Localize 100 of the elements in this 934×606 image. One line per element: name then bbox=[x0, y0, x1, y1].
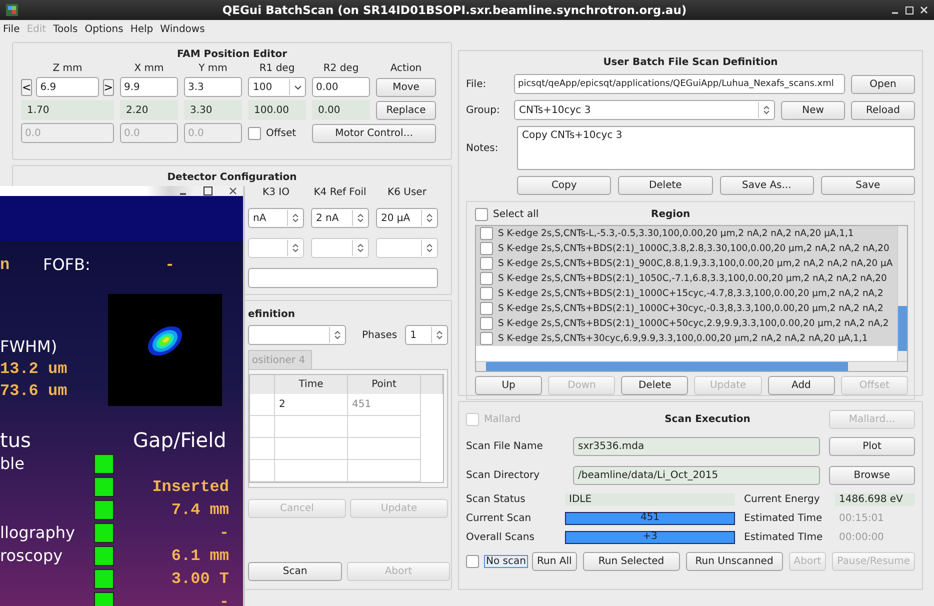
checkbox[interactable] bbox=[480, 242, 493, 255]
dropdown[interactable]: 20 µA bbox=[376, 208, 438, 228]
action-button[interactable]: Run Selected bbox=[582, 552, 680, 571]
notes-field[interactable]: Copy CNTs+10cyc 3 bbox=[517, 126, 915, 170]
plot-button[interactable]: Plot bbox=[829, 437, 915, 456]
list-row[interactable]: S K-edge 2s,S,CNTs+BDS(2:1)_1000C+15cyc,-4.7,8,3.3,100,0.00,20 µm,2 nA,2 nA,2 bbox=[476, 286, 897, 301]
checkbox[interactable] bbox=[466, 555, 479, 568]
checkbox[interactable] bbox=[480, 332, 493, 345]
section-title: efinition bbox=[248, 309, 296, 320]
step-forward-button[interactable]: > bbox=[102, 78, 114, 96]
open-button[interactable]: Open bbox=[851, 74, 915, 94]
input-field[interactable]: picsqt/qeApp/epicsqt/applications/QEGuiApp/Luhua_Nexafs_scans.xml bbox=[514, 74, 845, 94]
region-text: S K-edge 2s,S,CNTs+30cyc,6.9,9.9,3.3,100,0.00,20 µm,2 nA,2 nA,2 nA,20 µA,1,1 bbox=[498, 333, 868, 344]
checkbox[interactable] bbox=[475, 208, 488, 221]
replace-button[interactable]: Replace bbox=[376, 100, 436, 120]
fwhm-label: FWHM) bbox=[0, 337, 58, 356]
section-title: Scan Execution bbox=[664, 414, 752, 425]
updown-icon bbox=[426, 243, 433, 253]
list-row[interactable]: S K-edge 2s,S,CNTs-L,-5.3,-0.5,3.30,100,0.00,20 µm,2 nA,2 nA,2 nA,20 µA,1,1 bbox=[476, 226, 897, 241]
field-label: Current Scan bbox=[466, 513, 532, 524]
table-cell: 451 bbox=[348, 394, 421, 416]
list-row[interactable]: S K-edge 2s,S,CNTs+BDS(2:1)_1000C+50cyc,2.9,9.9,3.3,100,0.00,20 µm,2 nA,2 nA,2 bbox=[476, 316, 897, 331]
menu-item[interactable]: File bbox=[3, 24, 20, 34]
vertical-scrollbar[interactable] bbox=[897, 226, 907, 361]
field-label: Scan Directory bbox=[466, 470, 541, 481]
checkbox[interactable] bbox=[480, 317, 493, 330]
dropdown[interactable] bbox=[248, 325, 346, 345]
action-button[interactable]: Scan bbox=[248, 562, 342, 581]
field-label: Notes: bbox=[466, 142, 500, 154]
field-label: Estimated TIme bbox=[744, 532, 824, 543]
region-text: S K-edge 2s,S,CNTs-L,-5.3,-0.5,3.30,100,0.00,20 µm,2 nA,2 nA,2 nA,20 µA,1,1 bbox=[498, 228, 854, 239]
field-label: File: bbox=[466, 78, 488, 90]
column-header: Z mm bbox=[52, 63, 84, 74]
action-button[interactable]: Delete bbox=[618, 176, 712, 195]
close-icon[interactable] bbox=[229, 187, 237, 195]
browse-button[interactable]: Browse bbox=[829, 466, 915, 485]
horizontal-scrollbar[interactable] bbox=[476, 361, 907, 371]
list-row[interactable]: S K-edge 2s,S,CNTs+BDS(2:1)_1050C,-7.1,6.8,3.3,100,0.00,20 µm,2 nA,2 nA,2 nA,20 bbox=[476, 271, 897, 286]
action-button[interactable]: Run All bbox=[532, 552, 577, 571]
column-header: K3 IO bbox=[262, 187, 290, 198]
motor-control-button[interactable]: Motor Control... bbox=[312, 124, 436, 142]
dropdown[interactable] bbox=[248, 238, 304, 258]
list-row[interactable]: S K-edge 2s,S,CNTs+BDS(2:1)_1000C+30cyc,-0.3,8,3.3,100,0.00,20 µm,2 nA,2 nA,2 bbox=[476, 301, 897, 316]
input-field[interactable]: 3.3 bbox=[184, 77, 242, 97]
new-button[interactable]: New bbox=[781, 100, 845, 120]
updown-icon bbox=[357, 213, 364, 223]
checkbox-label: Offset bbox=[266, 128, 296, 138]
checkbox[interactable] bbox=[248, 126, 261, 140]
checkbox[interactable] bbox=[480, 287, 493, 300]
region-text: S K-edge 2s,S,CNTs+BDS(2:1)_1000C+30cyc,-0.3,8,3.3,100,0.00,20 µm,2 nA,2 nA,2 bbox=[498, 303, 884, 314]
reload-button[interactable]: Reload bbox=[851, 100, 915, 120]
input-field[interactable]: 6.9 bbox=[36, 77, 99, 97]
dropdown[interactable]: 100 bbox=[248, 77, 306, 97]
step-back-button[interactable]: < bbox=[21, 78, 32, 96]
list-row[interactable]: S K-edge 2s,S,CNTs+30cyc,6.9,9.9,3.3,100,0.00,20 µm,2 nA,2 nA,2 nA,20 µA,1,1 bbox=[476, 331, 897, 346]
table-cell bbox=[250, 394, 275, 416]
updown-icon bbox=[357, 243, 364, 253]
dropdown[interactable] bbox=[376, 238, 438, 258]
file-name-field[interactable]: sxr3536.mda bbox=[573, 437, 820, 456]
updown-icon bbox=[292, 243, 299, 253]
fofb-label: FOFB: bbox=[43, 255, 92, 274]
maximize-icon[interactable] bbox=[203, 186, 213, 196]
checkbox[interactable] bbox=[480, 302, 493, 315]
menu-item[interactable]: Tools bbox=[53, 24, 78, 34]
dropdown[interactable]: nA bbox=[248, 208, 304, 228]
checkbox[interactable] bbox=[480, 272, 493, 285]
action-button[interactable]: Add bbox=[768, 376, 835, 395]
action-button[interactable]: Save bbox=[820, 176, 915, 195]
directory-field[interactable]: /beamline/data/Li_Oct_2015 bbox=[573, 466, 820, 485]
checkbox[interactable] bbox=[480, 227, 493, 240]
section-title: FAM Position Editor bbox=[176, 49, 288, 60]
action-button[interactable]: Run Unscanned bbox=[686, 552, 783, 571]
progress-text: +3 bbox=[642, 531, 658, 542]
progress-text: 451 bbox=[640, 512, 660, 523]
menu-item[interactable]: Help bbox=[130, 24, 154, 34]
move-button[interactable]: Move bbox=[376, 78, 436, 96]
fofb-value: - bbox=[165, 256, 176, 274]
readback-value: 1.70 bbox=[21, 100, 114, 120]
dropdown[interactable]: 1 bbox=[405, 325, 448, 345]
action-button[interactable]: Copy bbox=[517, 176, 612, 195]
input-field[interactable]: 0.00 bbox=[312, 77, 370, 97]
input-field[interactable] bbox=[248, 268, 438, 288]
status-text: n bbox=[0, 256, 11, 274]
action-button[interactable]: Save As... bbox=[720, 176, 814, 195]
list-row[interactable]: S K-edge 2s,S,CNTs+BDS(2:1)_900C,8.8,1.9,3.3,100,0.00,20 µm,2 nA,2 nA,2 nA,20 µA bbox=[476, 256, 897, 271]
dropdown[interactable]: CNTs+10cyc 3 bbox=[514, 100, 775, 120]
fwhm-value: 73.6 um bbox=[0, 382, 68, 400]
readback-value: 0.00 bbox=[312, 100, 370, 120]
readback-value: 3.30 bbox=[184, 100, 242, 120]
menu-item[interactable]: Windows bbox=[160, 24, 205, 34]
menu-item[interactable]: Options bbox=[84, 24, 124, 34]
action-button[interactable]: Up bbox=[475, 376, 542, 395]
checkbox[interactable] bbox=[480, 257, 493, 270]
field-label: Overall Scans bbox=[466, 532, 536, 543]
input-field[interactable]: 9.9 bbox=[120, 77, 178, 97]
dropdown[interactable]: 2 nA bbox=[311, 208, 369, 228]
region-text: S K-edge 2s,S,CNTs+BDS(2:1)_1000C+50cyc,2.9,9.9,3.3,100,0.00,20 µm,2 nA,2 nA,2 bbox=[498, 318, 889, 329]
action-button[interactable]: Delete bbox=[621, 376, 688, 395]
dropdown[interactable] bbox=[311, 238, 369, 258]
list-row[interactable]: S K-edge 2s,S,CNTs+BDS(2:1)_1000C,3.8,2.8,3.30,100,0.00,20 µm,2 nA,2 nA,2 nA,20 bbox=[476, 241, 897, 256]
